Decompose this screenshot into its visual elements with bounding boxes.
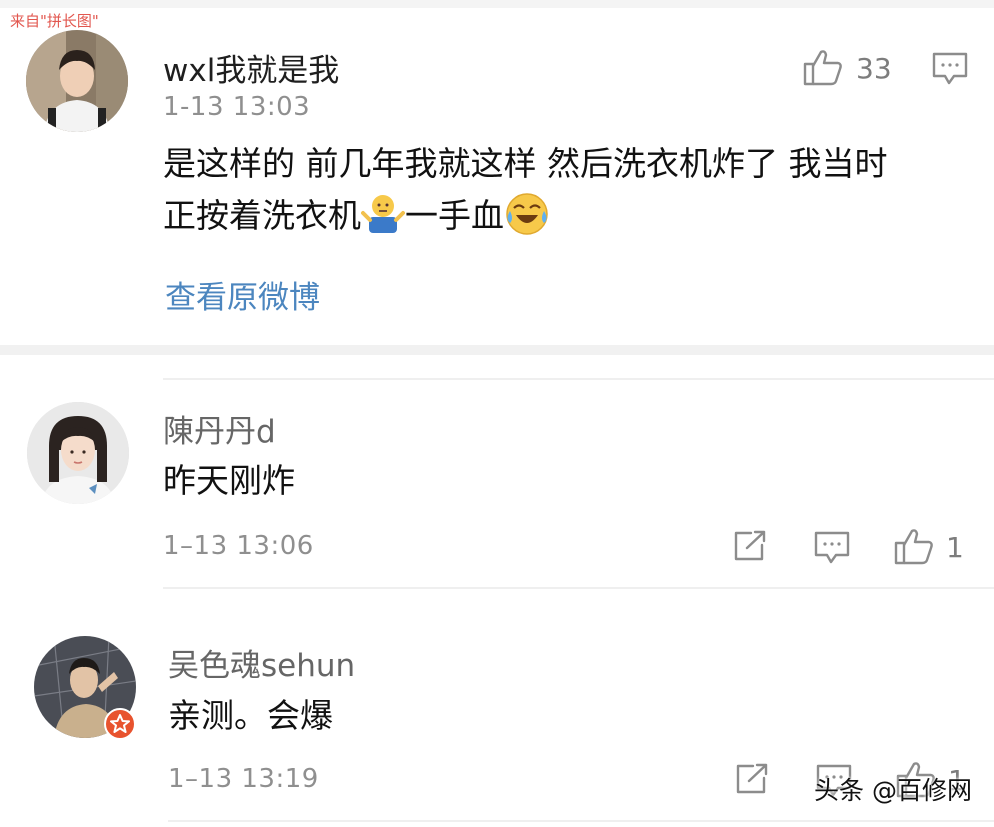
main-like-count: 33 [856, 52, 892, 85]
main-comment-part1: 正按着洗衣机 [163, 196, 361, 235]
reply2-username[interactable]: 吴色魂sehun [168, 640, 355, 685]
reply1-like-count: 1 [946, 531, 964, 564]
reply2-text: 亲测。会爆 [168, 696, 333, 735]
bottom-divider [168, 820, 994, 822]
view-original-weibo-link[interactable]: 查看原微博 [165, 272, 320, 317]
top-divider [0, 0, 994, 8]
reply1-top-divider [163, 378, 994, 380]
star-icon [110, 714, 130, 733]
main-comment-part2: 一手血 [405, 196, 504, 235]
reply1-text: 昨天刚炸 [163, 461, 295, 500]
section-separator [0, 345, 994, 355]
avatar-reply1-user[interactable] [27, 402, 129, 504]
share-icon[interactable] [735, 763, 769, 799]
main-username[interactable]: wxl我就是我 [163, 45, 339, 90]
shrug-emoji-icon [361, 191, 405, 235]
verified-star-badge [104, 708, 136, 740]
avatar-main-user[interactable] [26, 30, 128, 132]
reply2-top-divider [163, 587, 994, 589]
thumbs-up-icon[interactable] [894, 527, 934, 569]
comment-icon[interactable] [932, 52, 968, 90]
thumbs-up-icon[interactable] [803, 48, 843, 90]
reply2-timestamp: 1–13 13:19 [168, 764, 319, 794]
comment-icon[interactable] [814, 531, 850, 569]
source-stamp: 来自"拼长图" [10, 12, 99, 30]
share-icon[interactable] [733, 530, 767, 566]
reply1-timestamp: 1–13 13:06 [163, 531, 314, 561]
crying-laughing-emoji-icon [504, 191, 550, 237]
watermark: 头条 @百修网 [814, 776, 972, 805]
main-comment-line1: 是这样的 前几年我就这样 然后洗衣机炸了 我当时 [163, 144, 888, 183]
main-comment-line2: 正按着洗衣机 一手血 [163, 190, 550, 242]
reply1-username[interactable]: 陳丹丹d [163, 406, 276, 451]
main-timestamp: 1-13 13:03 [163, 92, 311, 122]
